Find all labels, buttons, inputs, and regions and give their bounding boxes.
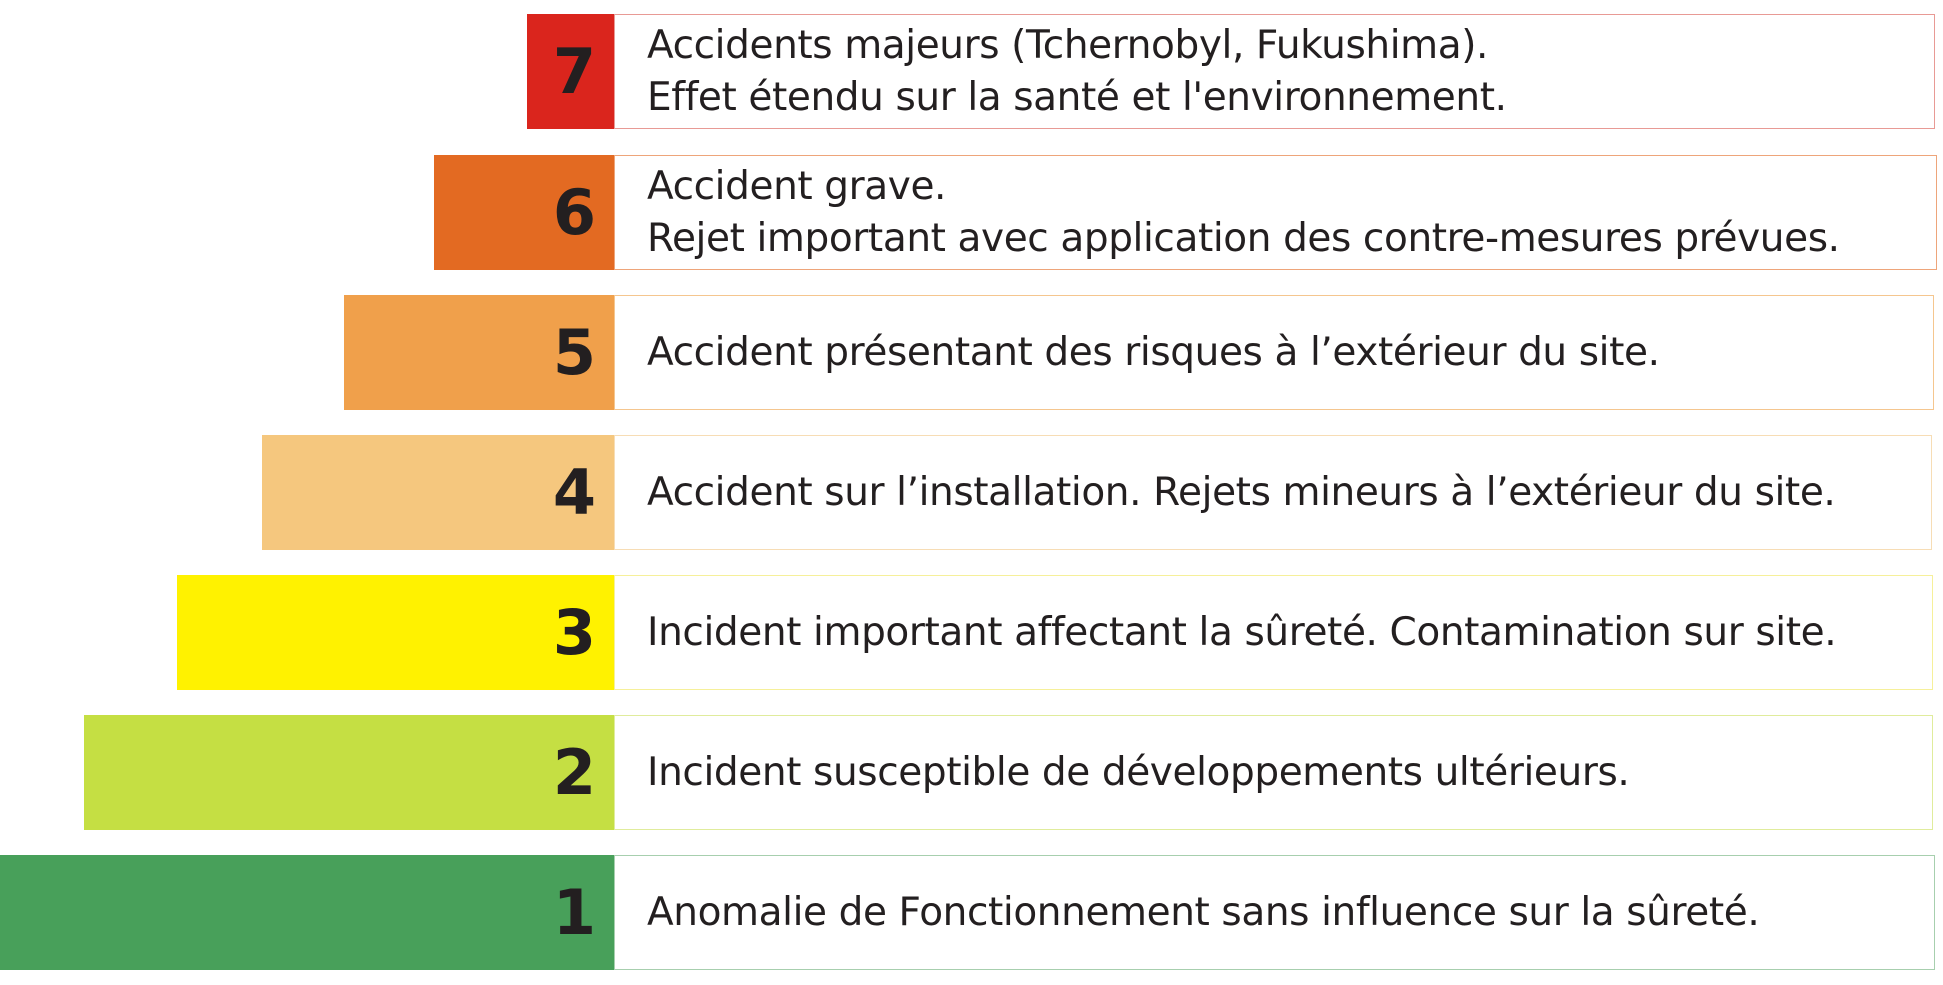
level-2-description: Incident susceptible de développements u… (614, 715, 1933, 830)
level-3-description: Incident important affectant la sûreté. … (614, 575, 1933, 690)
ines-scale: 7 Accidents majeurs (Tchernobyl, Fukushi… (0, 0, 1943, 985)
level-3-number: 3 (552, 595, 596, 669)
level-1-description-line-1: Anomalie de Fonctionnement sans influenc… (647, 889, 1760, 935)
level-6-color-block: 6 (434, 155, 614, 270)
level-7-number: 7 (552, 34, 596, 108)
level-2-number: 2 (552, 735, 596, 809)
level-4-description: Accident sur l’installation. Rejets mine… (614, 435, 1932, 550)
level-1-number: 1 (552, 875, 596, 949)
level-6-description-line-1: Accident grave. (647, 163, 947, 209)
level-5-number: 5 (552, 315, 596, 389)
level-3-color-block: 3 (177, 575, 614, 690)
level-6-description-line-2: Rejet important avec application des con… (647, 215, 1840, 261)
level-7: 7 Accidents majeurs (Tchernobyl, Fukushi… (0, 14, 1943, 129)
level-7-description-line-1: Accidents majeurs (Tchernobyl, Fukushima… (647, 22, 1489, 68)
level-3: 3 Incident important affectant la sûreté… (0, 575, 1943, 690)
level-7-description: Accidents majeurs (Tchernobyl, Fukushima… (614, 14, 1935, 129)
level-2-description-line-1: Incident susceptible de développements u… (647, 749, 1630, 795)
level-5-description: Accident présentant des risques à l’exté… (614, 295, 1934, 410)
level-1-description: Anomalie de Fonctionnement sans influenc… (614, 855, 1935, 970)
level-2-color-block: 2 (84, 715, 614, 830)
level-2: 2 Incident susceptible de développements… (0, 715, 1943, 830)
level-6-description: Accident grave. Rejet important avec app… (614, 155, 1937, 270)
level-6: 6 Accident grave. Rejet important avec a… (0, 155, 1943, 270)
level-6-number: 6 (552, 175, 596, 249)
level-5: 5 Accident présentant des risques à l’ex… (0, 295, 1943, 410)
level-5-description-line-1: Accident présentant des risques à l’exté… (647, 329, 1660, 375)
level-4-color-block: 4 (262, 435, 614, 550)
level-7-description-line-2: Effet étendu sur la santé et l'environne… (647, 74, 1507, 120)
level-3-description-line-1: Incident important affectant la sûreté. … (647, 609, 1837, 655)
level-1: 1 Anomalie de Fonctionnement sans influe… (0, 855, 1943, 970)
level-1-color-block: 1 (0, 855, 614, 970)
level-4: 4 Accident sur l’installation. Rejets mi… (0, 435, 1943, 550)
level-7-color-block: 7 (527, 14, 614, 129)
level-5-color-block: 5 (344, 295, 614, 410)
level-4-number: 4 (552, 455, 596, 529)
level-4-description-line-1: Accident sur l’installation. Rejets mine… (647, 469, 1836, 515)
